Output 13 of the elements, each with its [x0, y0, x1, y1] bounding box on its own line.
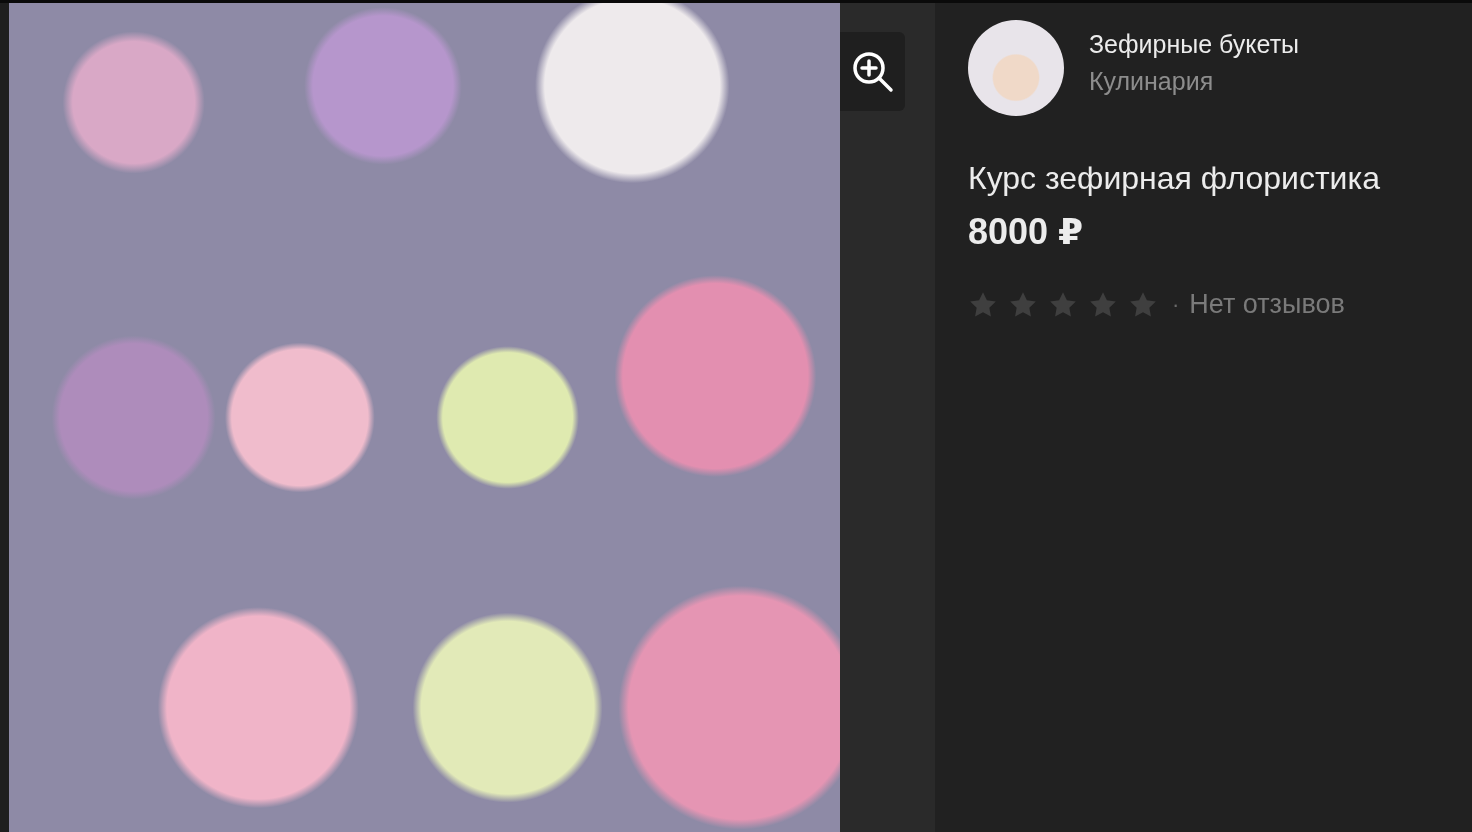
star-icon	[1008, 290, 1038, 319]
zoom-in-icon	[850, 49, 895, 94]
star-icon	[1088, 290, 1118, 319]
reviews-count[interactable]: Нет отзывов	[1189, 289, 1345, 320]
seller-category: Кулинария	[1089, 67, 1215, 96]
seller-name[interactable]: Зефирные букеты	[1089, 30, 1300, 59]
star-icon	[1048, 290, 1078, 319]
separator-dot: ·	[1172, 291, 1180, 318]
product-title: Курс зефирная флористика	[968, 160, 1381, 197]
star-icon	[968, 290, 998, 319]
star-icon	[1128, 290, 1158, 319]
zoom-in-button[interactable]	[840, 32, 905, 111]
product-price: 8000 ₽	[968, 211, 1085, 253]
